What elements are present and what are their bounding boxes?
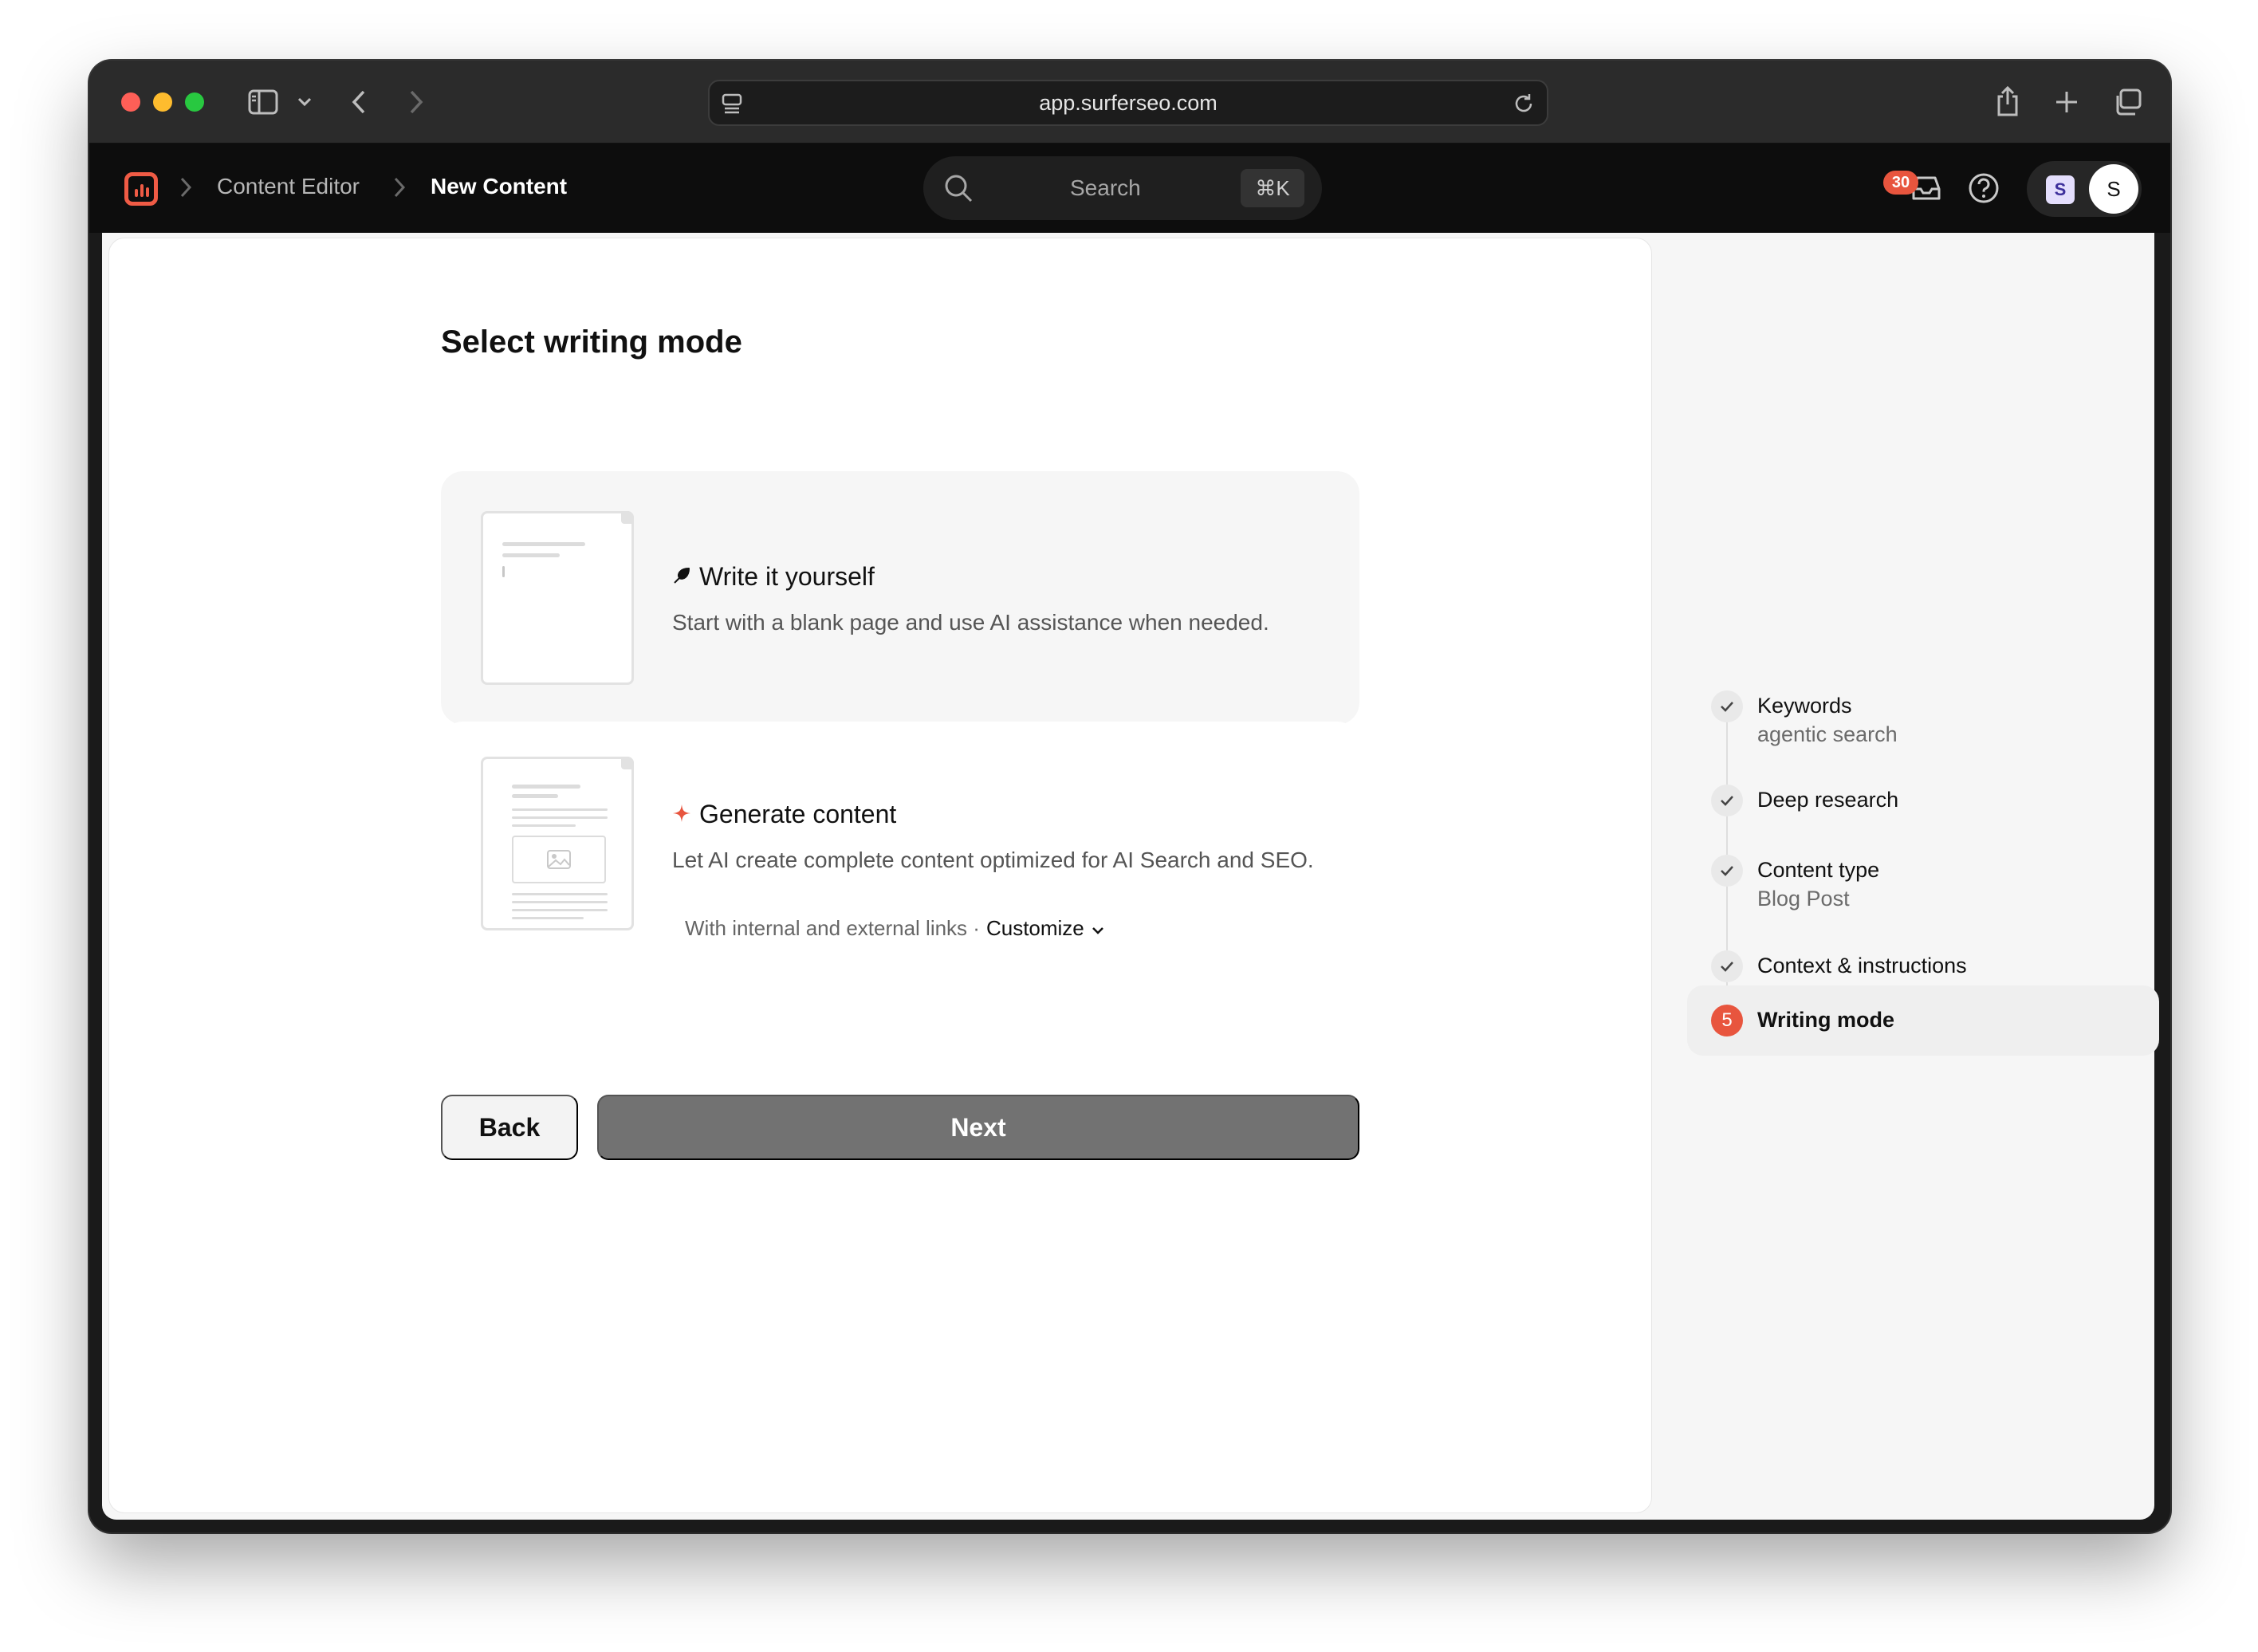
step-writing-mode[interactable]: 5 Writing mode bbox=[1687, 985, 2159, 1056]
step-label: Deep research bbox=[1757, 788, 1899, 812]
breadcrumb-new-content: New Content bbox=[431, 174, 568, 199]
minimize-window-button[interactable] bbox=[153, 92, 172, 112]
account-switcher[interactable]: S S bbox=[2027, 161, 2142, 217]
mode-description: Let AI create complete content optimized… bbox=[672, 848, 1314, 872]
surfer-logo[interactable] bbox=[124, 172, 158, 206]
sparkle-icon bbox=[672, 800, 691, 829]
step-label: Content type bbox=[1757, 858, 1880, 882]
browser-toolbar: app.surferseo.com bbox=[89, 61, 2170, 144]
page-title: Select writing mode bbox=[441, 324, 742, 360]
site-settings-icon[interactable] bbox=[721, 92, 743, 120]
main-panel: Select writing mode Write it yourself St… bbox=[108, 238, 1652, 1513]
chevron-right-icon bbox=[179, 175, 193, 203]
step-label: Writing mode bbox=[1757, 1008, 1894, 1032]
image-placeholder-icon bbox=[512, 836, 606, 883]
blank-page-illustration bbox=[481, 511, 634, 685]
user-avatar[interactable]: S bbox=[2089, 164, 2138, 214]
chevron-down-icon[interactable] bbox=[293, 91, 316, 113]
feather-icon bbox=[672, 562, 691, 592]
next-button[interactable]: Next bbox=[597, 1095, 1359, 1160]
step-keywords[interactable]: Keywords agentic search bbox=[1687, 690, 2159, 767]
search-bar[interactable]: Search ⌘K bbox=[923, 156, 1322, 220]
step-value: Blog Post bbox=[1757, 887, 1850, 911]
mode-title: Generate content bbox=[672, 800, 896, 829]
search-shortcut: ⌘K bbox=[1241, 169, 1304, 207]
step-deep-research[interactable]: Deep research bbox=[1687, 785, 2159, 824]
step-context-instructions[interactable]: Context & instructions bbox=[1687, 950, 2159, 990]
step-label: Keywords bbox=[1757, 694, 1852, 718]
address-bar[interactable]: app.surferseo.com bbox=[708, 80, 1548, 126]
app-header: Content Editor New Content Search ⌘K S S bbox=[89, 144, 2170, 233]
search-icon bbox=[942, 172, 974, 208]
breadcrumb-content-editor[interactable]: Content Editor bbox=[217, 174, 360, 199]
check-icon bbox=[1711, 785, 1743, 816]
check-icon bbox=[1711, 690, 1743, 722]
search-placeholder: Search bbox=[1070, 175, 1141, 200]
back-button[interactable]: Back bbox=[441, 1095, 578, 1160]
url-text: app.surferseo.com bbox=[1039, 90, 1218, 115]
back-arrow-icon[interactable] bbox=[344, 86, 373, 118]
mode-description: Start with a blank page and use AI assis… bbox=[672, 610, 1269, 635]
browser-window: app.surferseo.com Content Editor New Con… bbox=[89, 61, 2170, 1532]
reload-icon[interactable] bbox=[1512, 92, 1536, 121]
generation-options: With internal and external links · Custo… bbox=[685, 916, 1105, 941]
workspace-avatar[interactable]: S bbox=[2046, 175, 2075, 204]
customize-button[interactable]: Customize bbox=[986, 916, 1084, 941]
step-content-type[interactable]: Content type Blog Post bbox=[1687, 855, 2159, 931]
article-page-illustration bbox=[481, 757, 634, 930]
check-icon bbox=[1711, 950, 1743, 982]
zoom-window-button[interactable] bbox=[185, 92, 204, 112]
step-value: agentic search bbox=[1757, 722, 1898, 746]
help-icon[interactable] bbox=[1966, 171, 2001, 206]
chevron-down-icon[interactable] bbox=[1091, 916, 1105, 941]
step-number-badge: 5 bbox=[1711, 1005, 1743, 1036]
tab-overview-icon[interactable] bbox=[2110, 85, 2145, 120]
notification-badge: 30 bbox=[1883, 171, 1918, 195]
new-tab-icon[interactable] bbox=[2051, 86, 2083, 118]
share-icon[interactable] bbox=[1992, 83, 2024, 120]
chevron-right-icon bbox=[392, 175, 407, 203]
mode-option-write-yourself[interactable]: Write it yourself Start with a blank pag… bbox=[441, 471, 1359, 725]
sidebar-toggle-icon[interactable] bbox=[246, 85, 281, 120]
step-label: Context & instructions bbox=[1757, 954, 1967, 977]
mode-option-generate-content[interactable]: Generate content Let AI create complete … bbox=[441, 722, 1359, 977]
forward-arrow-icon[interactable] bbox=[402, 86, 431, 118]
check-icon bbox=[1711, 855, 1743, 887]
mode-title: Write it yourself bbox=[672, 562, 875, 592]
links-option-text: With internal and external links · bbox=[685, 916, 980, 940]
close-window-button[interactable] bbox=[121, 92, 140, 112]
